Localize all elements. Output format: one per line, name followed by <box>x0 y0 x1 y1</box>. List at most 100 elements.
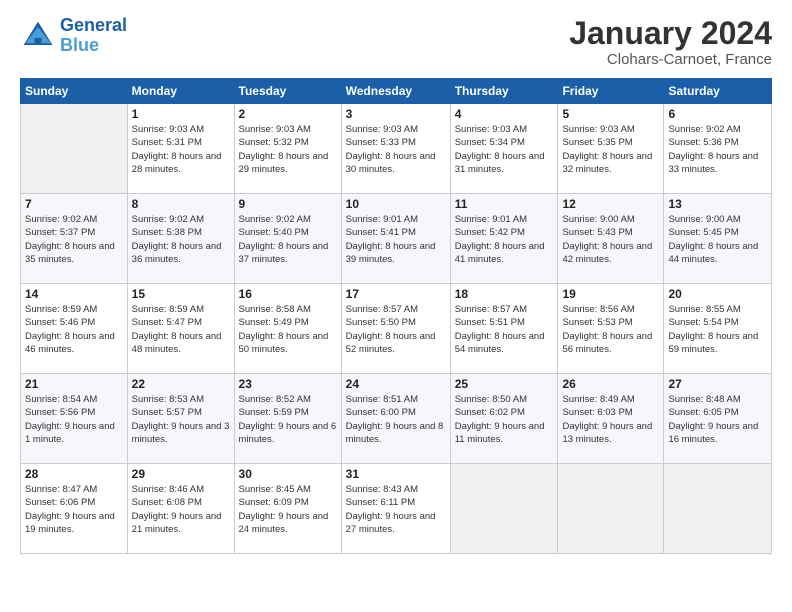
day-info: Sunrise: 8:48 AM Sunset: 6:05 PM Dayligh… <box>668 393 767 446</box>
table-row <box>664 464 772 554</box>
daylight-text: Daylight: 9 hours and 6 minutes. <box>239 421 337 445</box>
table-row: 28 Sunrise: 8:47 AM Sunset: 6:06 PM Dayl… <box>21 464 128 554</box>
sunset-text: Sunset: 5:37 PM <box>25 227 95 238</box>
day-number: 11 <box>455 197 554 211</box>
sunset-text: Sunset: 5:56 PM <box>25 407 95 418</box>
sunset-text: Sunset: 5:46 PM <box>25 317 95 328</box>
day-number: 16 <box>239 287 337 301</box>
logo-icon <box>20 18 56 54</box>
day-info: Sunrise: 8:59 AM Sunset: 5:47 PM Dayligh… <box>132 303 230 356</box>
daylight-text: Daylight: 8 hours and 31 minutes. <box>455 151 545 175</box>
header: General Blue January 2024 Clohars-Carnoe… <box>20 16 772 68</box>
daylight-text: Daylight: 8 hours and 36 minutes. <box>132 241 222 265</box>
day-number: 6 <box>668 107 767 121</box>
day-number: 23 <box>239 377 337 391</box>
sunrise-text: Sunrise: 9:02 AM <box>239 214 311 225</box>
calendar-week-row: 28 Sunrise: 8:47 AM Sunset: 6:06 PM Dayl… <box>21 464 772 554</box>
sunrise-text: Sunrise: 8:59 AM <box>25 304 97 315</box>
sunrise-text: Sunrise: 9:01 AM <box>455 214 527 225</box>
day-number: 3 <box>346 107 446 121</box>
day-info: Sunrise: 9:02 AM Sunset: 5:37 PM Dayligh… <box>25 213 123 266</box>
day-number: 13 <box>668 197 767 211</box>
daylight-text: Daylight: 8 hours and 56 minutes. <box>562 331 652 355</box>
day-number: 10 <box>346 197 446 211</box>
daylight-text: Daylight: 8 hours and 46 minutes. <box>25 331 115 355</box>
daylight-text: Daylight: 8 hours and 54 minutes. <box>455 331 545 355</box>
sunrise-text: Sunrise: 9:02 AM <box>25 214 97 225</box>
day-info: Sunrise: 9:03 AM Sunset: 5:35 PM Dayligh… <box>562 123 659 176</box>
table-row: 20 Sunrise: 8:55 AM Sunset: 5:54 PM Dayl… <box>664 284 772 374</box>
day-info: Sunrise: 8:54 AM Sunset: 5:56 PM Dayligh… <box>25 393 123 446</box>
daylight-text: Daylight: 8 hours and 29 minutes. <box>239 151 329 175</box>
day-number: 14 <box>25 287 123 301</box>
sunrise-text: Sunrise: 9:03 AM <box>239 124 311 135</box>
day-info: Sunrise: 8:57 AM Sunset: 5:51 PM Dayligh… <box>455 303 554 356</box>
day-info: Sunrise: 8:55 AM Sunset: 5:54 PM Dayligh… <box>668 303 767 356</box>
sunrise-text: Sunrise: 9:02 AM <box>132 214 204 225</box>
day-info: Sunrise: 9:01 AM Sunset: 5:41 PM Dayligh… <box>346 213 446 266</box>
sunset-text: Sunset: 5:38 PM <box>132 227 202 238</box>
day-info: Sunrise: 8:50 AM Sunset: 6:02 PM Dayligh… <box>455 393 554 446</box>
daylight-text: Daylight: 9 hours and 27 minutes. <box>346 511 436 535</box>
sunset-text: Sunset: 5:35 PM <box>562 137 632 148</box>
title-section: January 2024 Clohars-Carnoet, France <box>569 16 772 68</box>
day-number: 15 <box>132 287 230 301</box>
day-info: Sunrise: 8:57 AM Sunset: 5:50 PM Dayligh… <box>346 303 446 356</box>
table-row: 7 Sunrise: 9:02 AM Sunset: 5:37 PM Dayli… <box>21 194 128 284</box>
day-info: Sunrise: 9:02 AM Sunset: 5:36 PM Dayligh… <box>668 123 767 176</box>
sunrise-text: Sunrise: 8:55 AM <box>668 304 740 315</box>
calendar-week-row: 1 Sunrise: 9:03 AM Sunset: 5:31 PM Dayli… <box>21 104 772 194</box>
day-info: Sunrise: 9:00 AM Sunset: 5:45 PM Dayligh… <box>668 213 767 266</box>
day-info: Sunrise: 8:56 AM Sunset: 5:53 PM Dayligh… <box>562 303 659 356</box>
sunset-text: Sunset: 6:05 PM <box>668 407 738 418</box>
sunrise-text: Sunrise: 9:03 AM <box>132 124 204 135</box>
header-tuesday: Tuesday <box>234 79 341 104</box>
table-row: 5 Sunrise: 9:03 AM Sunset: 5:35 PM Dayli… <box>558 104 664 194</box>
table-row <box>21 104 128 194</box>
table-row: 15 Sunrise: 8:59 AM Sunset: 5:47 PM Dayl… <box>127 284 234 374</box>
daylight-text: Daylight: 8 hours and 44 minutes. <box>668 241 758 265</box>
daylight-text: Daylight: 8 hours and 39 minutes. <box>346 241 436 265</box>
sunset-text: Sunset: 5:49 PM <box>239 317 309 328</box>
day-number: 25 <box>455 377 554 391</box>
sunset-text: Sunset: 5:47 PM <box>132 317 202 328</box>
table-row: 6 Sunrise: 9:02 AM Sunset: 5:36 PM Dayli… <box>664 104 772 194</box>
sunset-text: Sunset: 5:45 PM <box>668 227 738 238</box>
sunset-text: Sunset: 5:34 PM <box>455 137 525 148</box>
sunrise-text: Sunrise: 8:48 AM <box>668 394 740 405</box>
subtitle: Clohars-Carnoet, France <box>569 51 772 68</box>
day-number: 19 <box>562 287 659 301</box>
table-row: 18 Sunrise: 8:57 AM Sunset: 5:51 PM Dayl… <box>450 284 558 374</box>
sunrise-text: Sunrise: 8:57 AM <box>455 304 527 315</box>
daylight-text: Daylight: 9 hours and 19 minutes. <box>25 511 115 535</box>
month-title: January 2024 <box>569 16 772 51</box>
header-monday: Monday <box>127 79 234 104</box>
day-number: 31 <box>346 467 446 481</box>
day-number: 27 <box>668 377 767 391</box>
table-row <box>450 464 558 554</box>
calendar: Sunday Monday Tuesday Wednesday Thursday… <box>20 78 772 554</box>
day-number: 1 <box>132 107 230 121</box>
sunrise-text: Sunrise: 8:50 AM <box>455 394 527 405</box>
day-info: Sunrise: 9:03 AM Sunset: 5:31 PM Dayligh… <box>132 123 230 176</box>
sunset-text: Sunset: 5:51 PM <box>455 317 525 328</box>
table-row <box>558 464 664 554</box>
logo-text: General Blue <box>60 16 127 56</box>
table-row: 2 Sunrise: 9:03 AM Sunset: 5:32 PM Dayli… <box>234 104 341 194</box>
day-number: 2 <box>239 107 337 121</box>
daylight-text: Daylight: 8 hours and 59 minutes. <box>668 331 758 355</box>
day-number: 28 <box>25 467 123 481</box>
daylight-text: Daylight: 9 hours and 8 minutes. <box>346 421 444 445</box>
table-row: 24 Sunrise: 8:51 AM Sunset: 6:00 PM Dayl… <box>341 374 450 464</box>
daylight-text: Daylight: 9 hours and 11 minutes. <box>455 421 545 445</box>
daylight-text: Daylight: 9 hours and 13 minutes. <box>562 421 652 445</box>
sunset-text: Sunset: 5:57 PM <box>132 407 202 418</box>
table-row: 9 Sunrise: 9:02 AM Sunset: 5:40 PM Dayli… <box>234 194 341 284</box>
day-info: Sunrise: 8:59 AM Sunset: 5:46 PM Dayligh… <box>25 303 123 356</box>
day-number: 7 <box>25 197 123 211</box>
day-number: 17 <box>346 287 446 301</box>
logo-line2: Blue <box>60 35 99 55</box>
daylight-text: Daylight: 8 hours and 37 minutes. <box>239 241 329 265</box>
page: General Blue January 2024 Clohars-Carnoe… <box>0 0 792 612</box>
day-number: 30 <box>239 467 337 481</box>
